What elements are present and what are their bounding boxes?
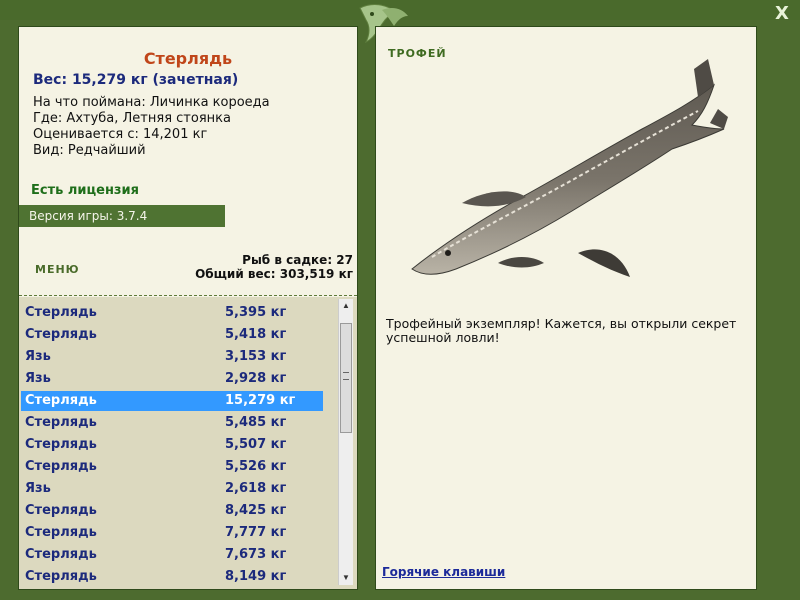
list-item[interactable]: Язь 3,153 кг [21, 347, 323, 367]
sterlet-fish-image [411, 59, 728, 277]
catch-fish-weight: 8,425 кг [225, 503, 287, 518]
fish-weight: Вес: 15,279 кг (зачетная) [33, 72, 239, 88]
catch-fish-name: Стерлядь [25, 415, 97, 430]
fish-name-title: Стерлядь [143, 49, 233, 68]
catch-fish-name: Стерлядь [25, 327, 97, 342]
catch-fish-weight: 7,777 кг [225, 525, 287, 540]
catch-fish-weight: 5,418 кг [225, 327, 287, 342]
list-item[interactable]: Стерлядь 5,418 кг [21, 325, 323, 345]
scroll-up-icon[interactable]: ▲ [339, 299, 353, 313]
catch-details-panel: Стерлядь Вес: 15,279 кг (зачетная) На чт… [18, 26, 358, 590]
catch-fish-name: Стерлядь [25, 547, 97, 562]
scroll-down-icon[interactable]: ▼ [339, 571, 353, 585]
license-status: Есть лицензия [31, 183, 139, 198]
catch-list[interactable]: Стерлядь 8,149 кг Стерлядь 7,673 кг Стерлядь… [19, 297, 357, 589]
catch-fish-weight: 5,526 кг [225, 459, 287, 474]
list-item[interactable]: Стерлядь 5,485 кг [21, 413, 323, 433]
list-item[interactable]: Стерлядь 15,279 кг [21, 391, 323, 411]
catch-fish-name: Язь [25, 371, 51, 386]
fish-count: Рыб в садке: 27 [242, 253, 353, 267]
list-item[interactable]: Стерлядь 8,149 кг [21, 567, 323, 587]
list-item[interactable]: Стерлядь 5,395 кг [21, 303, 323, 323]
list-item[interactable]: Язь 2,928 кг [21, 369, 323, 389]
rarity-info: Вид: Редчайший [33, 143, 146, 158]
scrollbar-thumb[interactable] [340, 323, 352, 433]
list-item[interactable]: Стерлядь 5,526 кг [21, 457, 323, 477]
catch-fish-name: Стерлядь [25, 525, 97, 540]
catch-fish-name: Стерлядь [25, 437, 97, 452]
list-item[interactable]: Стерлядь 8,425 кг [21, 501, 323, 521]
bait-info: На что поймана: Личинка короеда [33, 95, 270, 110]
catch-fish-name: Язь [25, 349, 51, 364]
list-item[interactable]: Стерлядь 5,507 кг [21, 435, 323, 455]
catch-fish-weight: 15,279 кг [225, 393, 296, 408]
catch-fish-weight: 5,395 кг [225, 305, 287, 320]
catch-fish-name: Язь [25, 481, 51, 496]
list-item[interactable]: Стерлядь 7,673 кг [21, 545, 323, 565]
catch-fish-weight: 7,673 кг [225, 547, 287, 562]
catch-fish-weight: 3,153 кг [225, 349, 287, 364]
catch-fish-weight: 2,618 кг [225, 481, 287, 496]
close-icon[interactable]: X [772, 4, 792, 24]
catch-fish-name: Стерлядь [25, 503, 97, 518]
catch-fish-name: Стерлядь [25, 393, 97, 408]
total-weight: Общий вес: 303,519 кг [195, 267, 353, 281]
hotkeys-link[interactable]: Горячие клавиши [382, 565, 505, 579]
game-version: Версия игры: 3.7.4 [19, 205, 225, 227]
catch-fish-weight: 8,149 кг [225, 569, 287, 584]
list-scrollbar[interactable]: ▲ ▼ [338, 299, 353, 585]
catch-fish-name: Стерлядь [25, 459, 97, 474]
trophy-panel: ТРОФЕЙ Трофейный экземпляр! Кажется, вы … [375, 26, 757, 590]
catch-fish-name: Стерлядь [25, 569, 97, 584]
scrollbar-grip-icon [343, 372, 349, 380]
divider [19, 295, 357, 296]
location-info: Где: Ахтуба, Летняя стоянка [33, 111, 231, 126]
menu-button[interactable]: МЕНЮ [35, 263, 80, 276]
valued-from-info: Оценивается с: 14,201 кг [33, 127, 208, 142]
catch-fish-weight: 5,507 кг [225, 437, 287, 452]
catch-fish-weight: 5,485 кг [225, 415, 287, 430]
keepnet-stats: Рыб в садке: 27 Общий вес: 303,519 кг [195, 253, 353, 281]
trophy-message: Трофейный экземпляр! Кажется, вы открыли… [386, 316, 737, 345]
list-item[interactable]: Язь 2,618 кг [21, 479, 323, 499]
catch-fish-weight: 2,928 кг [225, 371, 287, 386]
catch-fish-name: Стерлядь [25, 305, 97, 320]
list-item[interactable]: Стерлядь 7,777 кг [21, 523, 323, 543]
